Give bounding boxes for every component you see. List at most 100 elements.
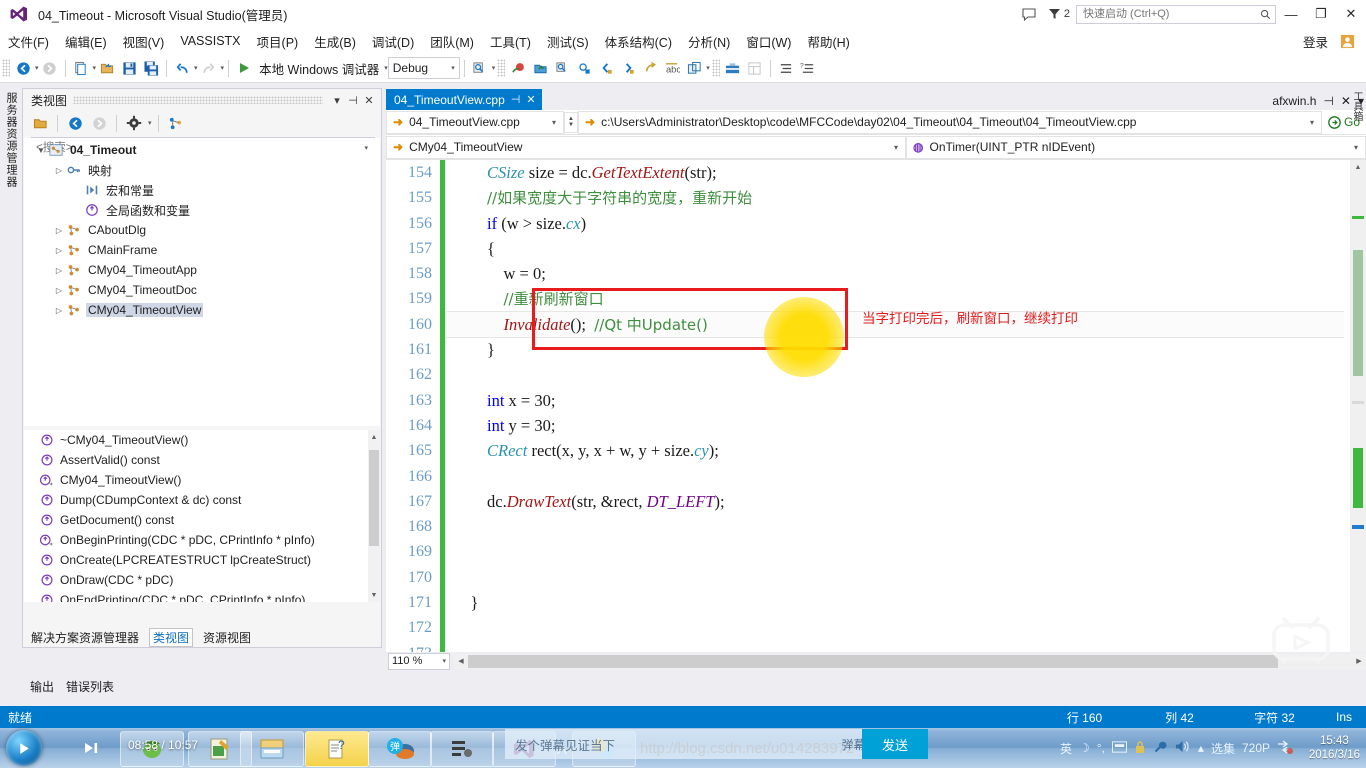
class-view-settings-caret[interactable]: ▾ xyxy=(148,119,152,127)
code-line[interactable] xyxy=(454,362,1344,387)
class-view-hierarchy-icon[interactable] xyxy=(165,112,187,134)
nav-member-select[interactable]: ◍ OnTimer(UINT_PTR nIDEvent) ▾ xyxy=(906,135,1366,159)
step-into-icon[interactable] xyxy=(573,57,595,79)
code-line[interactable]: CRect rect(x, y, x + w, y + size.cy); xyxy=(454,438,1344,463)
tab-solution-explorer[interactable]: 解决方案资源管理器 xyxy=(31,629,139,646)
toolbar-grip[interactable] xyxy=(2,59,10,77)
nav-class-select[interactable]: ➜ CMy04_TimeoutView ▾ xyxy=(386,135,906,159)
expander-icon[interactable]: ▷ xyxy=(52,246,66,255)
expander-icon[interactable]: ▷ xyxy=(52,226,66,235)
new-window-caret[interactable]: ▾ xyxy=(706,64,710,72)
open-file-icon[interactable] xyxy=(96,57,118,79)
stop-debugging-icon[interactable] xyxy=(507,57,529,79)
volume-icon[interactable] xyxy=(1174,739,1191,757)
class-view-tree-item[interactable]: 全局函数和变量 xyxy=(24,200,380,220)
code-line[interactable]: dc.DrawText(str, &rect, DT_LEFT); xyxy=(454,489,1344,514)
menu-build[interactable]: 生成(B) xyxy=(306,29,364,54)
members-scroll-thumb[interactable] xyxy=(369,450,379,546)
menu-tools[interactable]: 工具(T) xyxy=(482,29,539,54)
vertical-scroll-thumb[interactable] xyxy=(1353,250,1363,376)
find-symbol-caret[interactable]: ▾ xyxy=(492,64,496,72)
preview-pin-icon[interactable]: ⊣ xyxy=(1323,94,1333,108)
server-explorer-dock-strip[interactable]: 服务器资源管理器 xyxy=(0,86,20,646)
code-line[interactable]: CSize size = dc.GetTextExtent(str); xyxy=(454,160,1344,185)
next-bookmark-icon[interactable] xyxy=(617,57,639,79)
class-view-tree-item[interactable]: ▷ CMy04_TimeoutApp xyxy=(24,260,380,280)
taskbar-app-danmu[interactable]: 弹 xyxy=(368,731,432,767)
user-account-icon[interactable] xyxy=(1334,28,1360,54)
menu-help[interactable]: 帮助(H) xyxy=(799,29,857,54)
class-view-member-item[interactable]: OnDraw(CDC * pDC) xyxy=(24,570,380,590)
zoom-level-select[interactable]: 110 % ▾ xyxy=(388,652,450,670)
class-view-member-item[interactable]: CMy04_TimeoutView() xyxy=(24,470,380,490)
menu-vassistx[interactable]: VASSISTX xyxy=(172,31,248,51)
class-view-member-item[interactable]: OnEndPrinting(CDC * pDC, CPrintInfo * pI… xyxy=(24,590,380,602)
class-view-member-item[interactable]: OnCreate(LPCREATESTRUCT lpCreateStruct) xyxy=(24,550,380,570)
video-play-overlay-icon[interactable] xyxy=(1268,613,1334,665)
code-line[interactable]: { xyxy=(454,236,1344,261)
taskbar-app-settings[interactable] xyxy=(430,731,494,767)
comment-lines-icon[interactable] xyxy=(775,57,797,79)
taskbar-clock[interactable]: 15:43 2016/3/16 xyxy=(1309,734,1360,762)
new-item-icon[interactable] xyxy=(70,57,92,79)
menu-architecture[interactable]: 体系结构(C) xyxy=(597,29,680,54)
members-scrollbar[interactable]: ▲ ▼ xyxy=(368,430,380,602)
quick-launch-box[interactable] xyxy=(1076,4,1276,24)
debug-target-button[interactable]: 本地 Windows 调试器 xyxy=(255,59,383,78)
lock-icon[interactable] xyxy=(1134,740,1146,757)
class-view-settings-icon[interactable] xyxy=(123,112,145,134)
toolbox-icon[interactable] xyxy=(722,57,744,79)
class-view-tree-item[interactable]: ▷ CMainFrame xyxy=(24,240,380,260)
search-history-caret[interactable]: ▾ xyxy=(358,144,374,152)
playlist-label[interactable]: 选集 xyxy=(1211,740,1235,757)
members-scroll-down-icon[interactable]: ▼ xyxy=(368,588,380,602)
sign-in-button[interactable]: 登录 xyxy=(1297,29,1334,54)
menu-file[interactable]: 文件(F) xyxy=(0,29,57,54)
code-line[interactable]: int x = 30; xyxy=(454,388,1344,413)
ime-indicator[interactable]: 英 xyxy=(1060,740,1072,757)
status-insert-mode[interactable]: Ins xyxy=(1322,710,1366,724)
code-line[interactable] xyxy=(454,615,1344,640)
menu-window[interactable]: 窗口(W) xyxy=(738,29,799,54)
code-line[interactable] xyxy=(454,565,1344,590)
document-tab-active[interactable]: 04_TimeoutView.cpp ⊣ ✕ xyxy=(386,89,542,110)
class-view-tree-item[interactable]: ▷ CAboutDlg xyxy=(24,220,380,240)
horizontal-scroll-thumb[interactable] xyxy=(468,654,1278,668)
tools-icon[interactable] xyxy=(1153,740,1167,757)
soft-keyboard-icon[interactable] xyxy=(1111,740,1127,756)
class-view-member-item[interactable]: OnBeginPrinting(CDC * pDC, CPrintInfo * … xyxy=(24,530,380,550)
nav-spinner[interactable]: ▲ ▼ xyxy=(564,111,578,133)
class-view-tree[interactable]: ▼ 04_Timeout ▷ 映射 宏和常量 全局函数和变量 ▷ CAboutDlg ▷ CMai… xyxy=(24,138,380,426)
menu-project[interactable]: 项目(P) xyxy=(249,29,307,54)
code-line[interactable]: int y = 30; xyxy=(454,413,1344,438)
class-view-tree-item[interactable]: ▷ 映射 xyxy=(24,160,380,180)
panel-close-icon[interactable]: ✕ xyxy=(361,92,377,108)
tab-error-list[interactable]: 错误列表 xyxy=(66,678,114,695)
tab-pin-icon[interactable]: ⊣ xyxy=(511,93,521,106)
save-icon[interactable] xyxy=(118,57,140,79)
panel-pin-icon[interactable]: ⊣ xyxy=(345,92,361,108)
preview-document-label[interactable]: afxwin.h xyxy=(1272,94,1316,108)
class-view-tree-item[interactable]: ▷ CMy04_TimeoutView xyxy=(24,300,380,320)
scroll-up-icon[interactable]: ▲ xyxy=(1350,160,1366,175)
solution-configuration-select[interactable]: Debug ▾ xyxy=(387,57,460,79)
code-text[interactable]: CSize size = dc.GetTextExtent(str); //如果… xyxy=(454,160,1344,668)
menu-test[interactable]: 测试(S) xyxy=(539,29,597,54)
start-button[interactable] xyxy=(6,730,42,766)
scroll-right-icon[interactable]: ▶ xyxy=(1352,654,1366,669)
next-track-button[interactable] xyxy=(78,734,106,762)
new-folder-icon[interactable] xyxy=(29,112,51,134)
menu-analyze[interactable]: 分析(N) xyxy=(680,29,738,54)
tab-resource-view[interactable]: 资源视图 xyxy=(203,629,251,646)
class-view-member-item[interactable]: ~CMy04_TimeoutView() xyxy=(24,430,380,450)
taskbar-app-explorer[interactable] xyxy=(240,731,304,767)
step-out-icon[interactable] xyxy=(639,57,661,79)
close-button[interactable]: ✕ xyxy=(1336,0,1366,28)
class-view-member-item[interactable]: Dump(CDumpContext & dc) const xyxy=(24,490,380,510)
class-view-tree-item[interactable]: ▷ CMy04_TimeoutDoc xyxy=(24,280,380,300)
scroll-left-icon[interactable]: ◀ xyxy=(454,654,468,669)
maximize-restore-button[interactable]: ❐ xyxy=(1306,0,1336,28)
toolbox-dock-strip[interactable]: 工具箱 xyxy=(1348,88,1364,124)
toolbar-grip-2[interactable] xyxy=(497,59,506,77)
editor-horizontal-scrollbar[interactable]: ◀ ▶ xyxy=(454,653,1366,669)
